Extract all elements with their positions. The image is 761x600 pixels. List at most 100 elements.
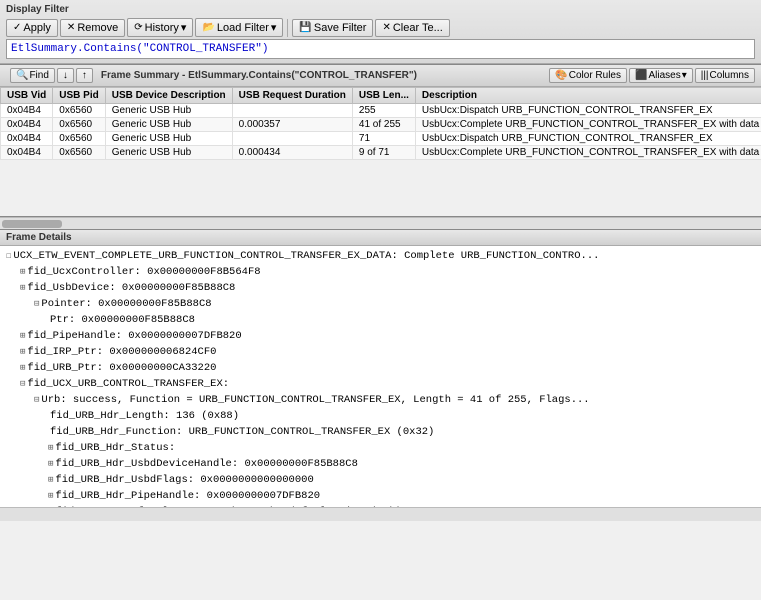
find-icon: 🔍 <box>16 70 28 81</box>
cell-pid: 0x6560 <box>53 104 105 118</box>
cell-pid: 0x6560 <box>53 118 105 132</box>
tree-item[interactable]: ⊟fid_UCX_URB_CONTROL_TRANSFER_EX: <box>4 376 757 392</box>
clear-button[interactable]: ✕ Clear Te... <box>375 19 449 37</box>
tree-text: fid_URB_Hdr_UsbdDeviceHandle: 0x00000000… <box>55 456 357 472</box>
tree-item[interactable]: ⊟Urb: success, Function = URB_FUNCTION_C… <box>4 392 757 408</box>
tree-item[interactable]: ⊞fid_URB_Hdr_UsbdDeviceHandle: 0x0000000… <box>4 456 757 472</box>
save-filter-icon: 💾 <box>299 22 311 33</box>
tree-item[interactable]: ⊞fid_PipeHandle: 0x0000000007DFB820 <box>4 328 757 344</box>
tree-toggle[interactable]: ⊞ <box>20 344 25 360</box>
tree-item[interactable]: ⊞fid_URB_Ptr: 0x00000000CA33220 <box>4 360 757 376</box>
scroll-up-button[interactable]: ↑ <box>76 68 93 83</box>
display-filter-label: Display Filter <box>6 4 755 15</box>
col-header-vid[interactable]: USB Vid <box>1 88 53 104</box>
tree-item[interactable]: ☐UCX_ETW_EVENT_COMPLETE_URB_FUNCTION_CON… <box>4 248 757 264</box>
tree-item[interactable]: ⊞fid_URB_Hdr_Status: <box>4 440 757 456</box>
tree-toggle[interactable]: ⊟ <box>34 296 39 312</box>
tree-toggle[interactable]: ☐ <box>6 248 11 264</box>
table-row[interactable]: 0x04B4 0x6560 Generic USB Hub 0.000357 4… <box>1 118 761 132</box>
table-row[interactable]: 0x04B4 0x6560 Generic USB Hub 71 UsbUcx:… <box>1 132 761 146</box>
down-arrow-icon: ↓ <box>63 70 68 81</box>
tree-item[interactable]: ⊞fid_URB_Hdr_PipeHandle: 0x0000000007DFB… <box>4 488 757 504</box>
cell-len: 255 <box>352 104 415 118</box>
tree-text: fid_URB_Hdr_Status: <box>55 440 175 456</box>
tree-item[interactable]: ⊞fid_UcxController: 0x00000000F8B564F8 <box>4 264 757 280</box>
tree-toggle[interactable]: ⊞ <box>20 264 25 280</box>
tree-toggle[interactable]: ⊞ <box>48 504 53 507</box>
tree-text: fid_UcxController: 0x00000000F8B564F8 <box>27 264 260 280</box>
frame-summary-header: 🔍 Find ↓ ↑ Frame Summary - EtlSummary.Co… <box>0 65 761 87</box>
tree-toggle[interactable]: ⊟ <box>20 376 25 392</box>
table-row[interactable]: 0x04B4 0x6560 Generic USB Hub 255 UsbUcx… <box>1 104 761 118</box>
col-header-description[interactable]: Description <box>415 88 761 104</box>
tree-text: fid_URB_Hdr_Length: 136 (0x88) <box>50 408 239 424</box>
tree-toggle[interactable]: ⊞ <box>20 360 25 376</box>
aliases-button[interactable]: ⬛ Aliases ▾ <box>629 68 693 83</box>
frame-summary: 🔍 Find ↓ ↑ Frame Summary - EtlSummary.Co… <box>0 64 761 229</box>
tree-text: Pointer: 0x00000000F85B88C8 <box>41 296 211 312</box>
tree-text: fid_UsbDevice: 0x00000000F85B88C8 <box>27 280 235 296</box>
filter-input[interactable] <box>6 39 755 59</box>
load-filter-button[interactable]: 📂 Load Filter ▾ <box>195 18 283 37</box>
frame-details: Frame Details ☐UCX_ETW_EVENT_COMPLETE_UR… <box>0 229 761 507</box>
tree-toggle[interactable]: ⊞ <box>20 280 25 296</box>
tree-item[interactable]: ⊞fid_UsbDevice: 0x00000000F85B88C8 <box>4 280 757 296</box>
cell-len: 41 of 255 <box>352 118 415 132</box>
tree-text: fid_URB_Hdr_UsbdFlags: 0x000000000000000… <box>55 472 313 488</box>
table-header-row: USB Vid USB Pid USB Device Description U… <box>1 88 761 104</box>
tree-text: fid_UCX_URB_CONTROL_TRANSFER_EX: <box>27 376 229 392</box>
history-button[interactable]: ⟳ History ▾ <box>127 18 193 37</box>
remove-button[interactable]: ✕ Remove <box>60 19 125 37</box>
tree-item: fid_URB_Hdr_Length: 136 (0x88) <box>4 408 757 424</box>
cell-len: 71 <box>352 132 415 146</box>
cell-desc: Generic USB Hub <box>105 118 232 132</box>
col-header-len[interactable]: USB Len... <box>352 88 415 104</box>
col-header-pid[interactable]: USB Pid <box>53 88 105 104</box>
tree-text: fid_URB_Ptr: 0x00000000CA33220 <box>27 360 216 376</box>
tree-text: fid_URB_Hdr_Function: URB_FUNCTION_CONTR… <box>50 424 434 440</box>
tree-toggle[interactable]: ⊞ <box>48 472 53 488</box>
tree-item[interactable]: ⊞fid_URB_Hdr_UsbdFlags: 0x00000000000000… <box>4 472 757 488</box>
cell-vid: 0x04B4 <box>1 118 53 132</box>
apply-button[interactable]: ✓ Apply <box>6 19 58 37</box>
frame-table-container[interactable]: USB Vid USB Pid USB Device Description U… <box>0 87 761 217</box>
tree-text: fid_PipeHandle: 0x0000000007DFB820 <box>27 328 241 344</box>
apply-icon: ✓ <box>13 22 21 33</box>
tree-toggle[interactable]: ⊞ <box>48 456 53 472</box>
filter-input-row <box>6 39 755 59</box>
frame-summary-toolbar: 🔍 Find ↓ ↑ <box>6 67 97 84</box>
cell-description: UsbUcx:Dispatch URB_FUNCTION_CONTROL_TRA… <box>415 132 761 146</box>
columns-icon: ||| <box>701 70 709 81</box>
tree-toggle[interactable]: ⊟ <box>34 392 39 408</box>
cell-vid: 0x04B4 <box>1 132 53 146</box>
col-header-device-desc[interactable]: USB Device Description <box>105 88 232 104</box>
tree-toggle[interactable]: ⊞ <box>48 440 53 456</box>
bottom-scrollbar[interactable] <box>0 507 761 521</box>
tree-item[interactable]: ⊟Pointer: 0x00000000F85B88C8 <box>4 296 757 312</box>
tree-toggle[interactable]: ⊞ <box>20 328 25 344</box>
table-row[interactable]: 0x04B4 0x6560 Generic USB Hub 0.000434 9… <box>1 146 761 160</box>
col-header-req-dur[interactable]: USB Request Duration <box>232 88 352 104</box>
cell-vid: 0x04B4 <box>1 104 53 118</box>
cell-description: UsbUcx:Complete URB_FUNCTION_CONTROL_TRA… <box>415 118 761 132</box>
frame-details-tree: ☐UCX_ETW_EVENT_COMPLETE_URB_FUNCTION_CON… <box>0 246 761 507</box>
tree-item: fid_URB_Hdr_Function: URB_FUNCTION_CONTR… <box>4 424 757 440</box>
remove-icon: ✕ <box>67 22 75 33</box>
save-filter-button[interactable]: 💾 Save Filter <box>292 19 373 37</box>
cell-req-dur <box>232 132 352 146</box>
columns-button[interactable]: ||| Columns <box>695 68 755 83</box>
filter-toolbar: ✓ Apply ✕ Remove ⟳ History ▾ 📂 Load Filt… <box>6 18 755 37</box>
cell-desc: Generic USB Hub <box>105 104 232 118</box>
tree-toggle[interactable]: ⊞ <box>48 488 53 504</box>
find-button[interactable]: 🔍 Find <box>10 68 55 83</box>
frame-table-body: 0x04B4 0x6560 Generic USB Hub 255 UsbUcx… <box>1 104 761 160</box>
history-dropdown-icon: ▾ <box>181 21 187 34</box>
color-rules-button[interactable]: 🎨 Color Rules <box>549 68 627 83</box>
clear-icon: ✕ <box>382 22 390 33</box>
scroll-thumb[interactable] <box>2 220 62 228</box>
tree-item[interactable]: ⊞fid_IRP_Ptr: 0x000000006824CF0 <box>4 344 757 360</box>
scroll-down-button[interactable]: ↓ <box>57 68 74 83</box>
display-filter-bar: Display Filter ✓ Apply ✕ Remove ⟳ Histor… <box>0 0 761 64</box>
horizontal-scrollbar[interactable] <box>0 217 761 229</box>
aliases-icon: ⬛ <box>635 70 647 81</box>
